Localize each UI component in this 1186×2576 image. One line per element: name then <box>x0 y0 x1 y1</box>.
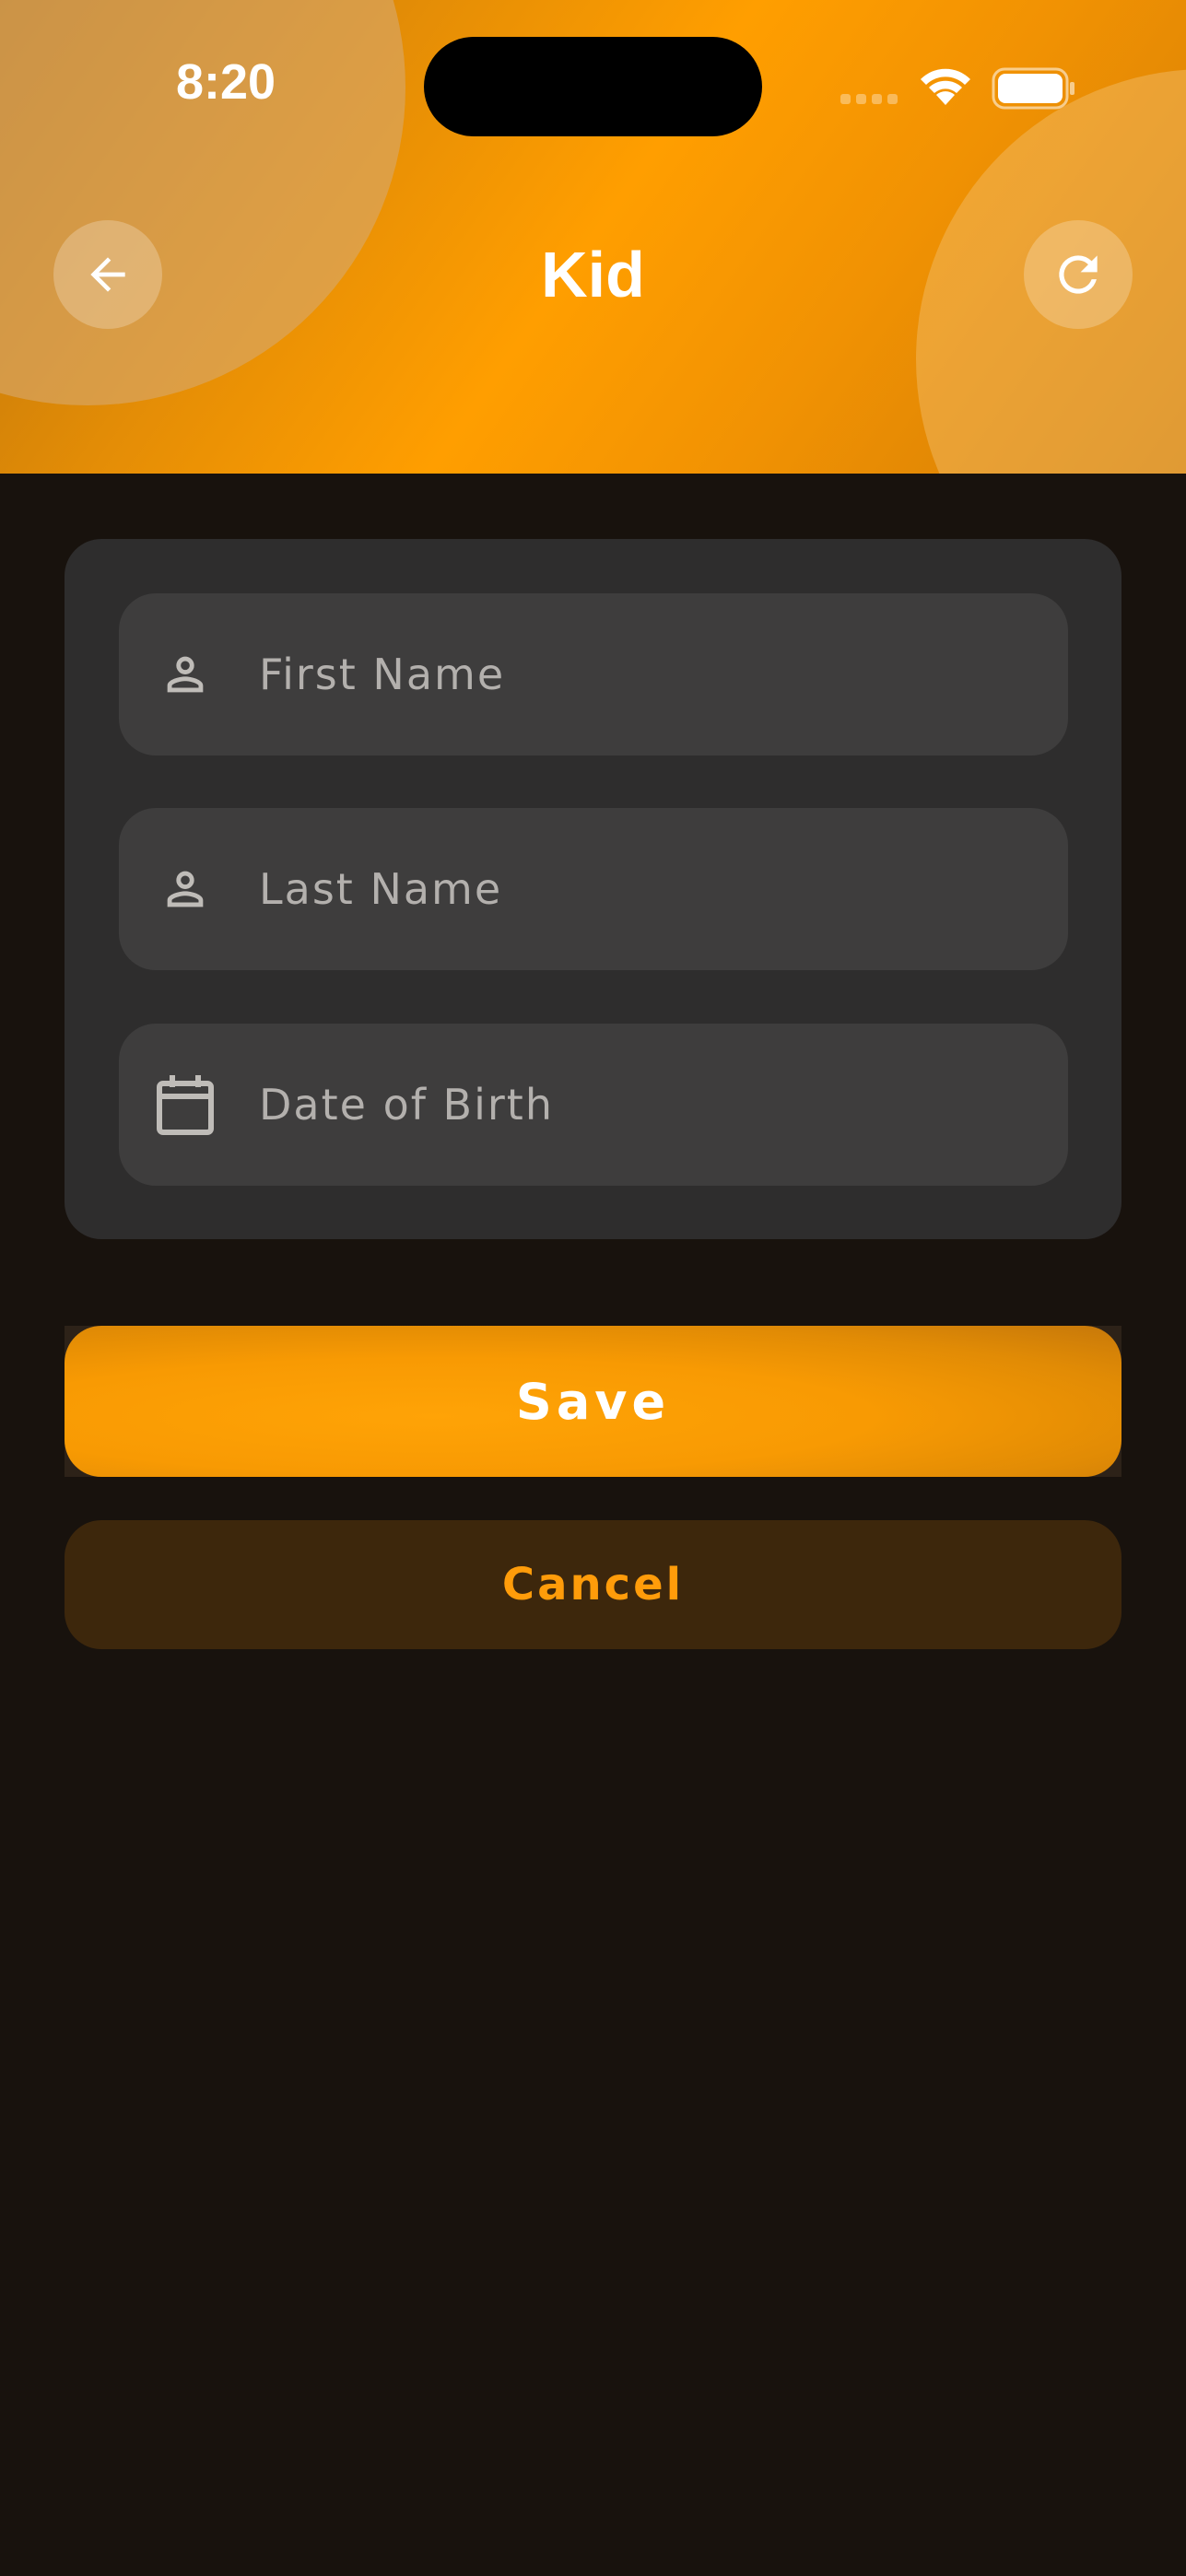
kid-form-card <box>65 539 1121 1239</box>
date-of-birth-field[interactable] <box>119 1024 1068 1186</box>
wifi-icon <box>921 68 970 105</box>
battery-icon <box>992 67 1074 110</box>
first-name-input[interactable] <box>259 593 1033 755</box>
last-name-field[interactable] <box>119 808 1068 970</box>
refresh-icon <box>1059 255 1098 294</box>
first-name-field[interactable] <box>119 593 1068 755</box>
save-button[interactable]: Save <box>65 1326 1121 1477</box>
last-name-input[interactable] <box>259 808 1033 970</box>
person-icon <box>156 645 215 704</box>
date-of-birth-input[interactable] <box>259 1024 1033 1186</box>
app-header: 8:20 Kid <box>0 0 1186 474</box>
cancel-button[interactable]: Cancel <box>65 1520 1121 1649</box>
calendar-icon <box>156 1075 215 1135</box>
signal-dots-icon <box>840 94 898 104</box>
page-title: Kid <box>541 239 645 310</box>
refresh-button[interactable] <box>1024 220 1133 329</box>
save-button-container: Save <box>65 1326 1121 1477</box>
person-icon <box>156 860 215 919</box>
status-bar-time: 8:20 <box>175 54 276 110</box>
dynamic-island <box>424 37 762 136</box>
